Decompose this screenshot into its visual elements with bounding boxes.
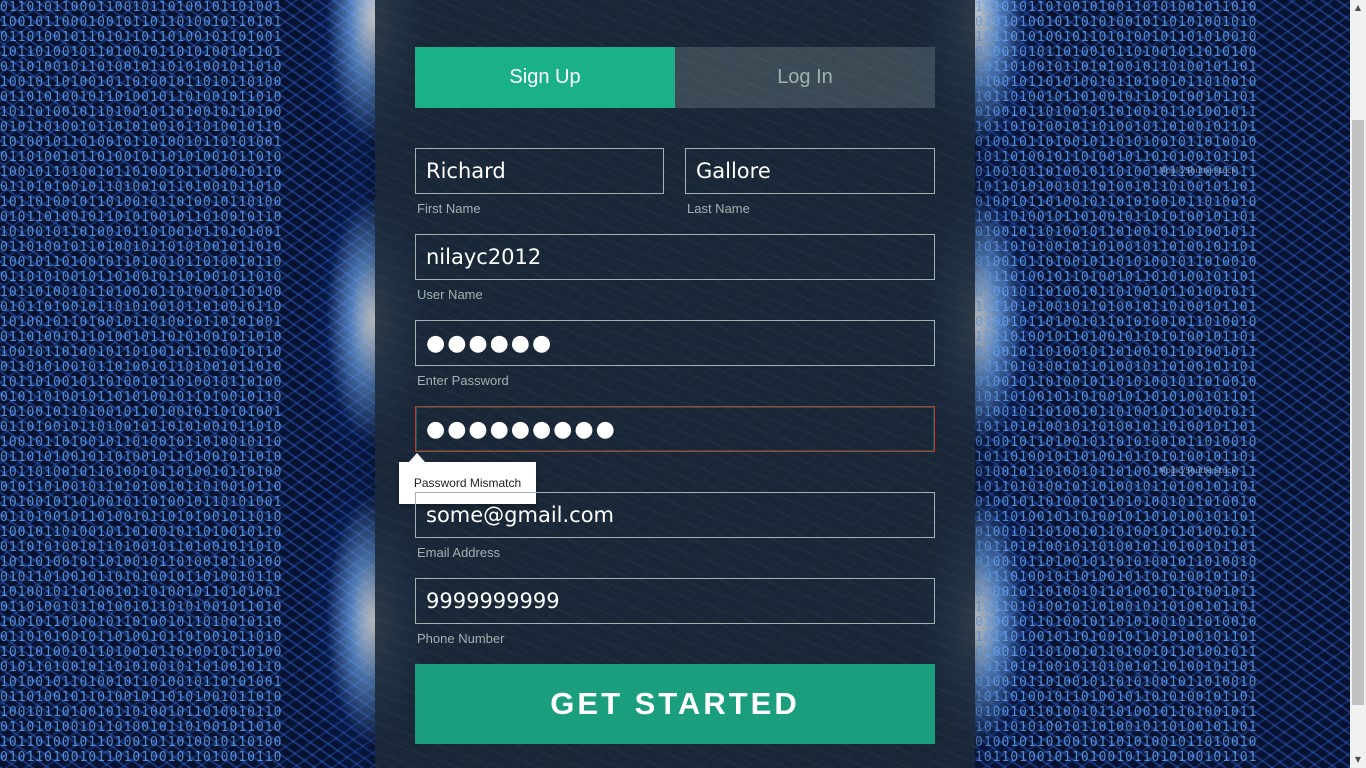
phone-label: Phone Number — [417, 631, 505, 646]
password-input[interactable]: ●●●●●● — [415, 320, 935, 366]
scrollbar-thumb[interactable] — [1352, 120, 1364, 705]
scroll-down-arrow-icon[interactable]: ▼ — [1350, 752, 1366, 768]
binary-pattern-right: 10101011010010100110101001011010 0101010… — [975, 0, 1258, 765]
tab-sign-up[interactable]: Sign Up — [415, 47, 675, 108]
last-name-label: Last Name — [687, 201, 750, 216]
user-name-label: User Name — [417, 287, 483, 302]
get-started-button[interactable]: GET STARTED — [415, 664, 935, 744]
auth-tabs: Sign Up Log In — [415, 47, 935, 108]
password-label: Enter Password — [417, 373, 509, 388]
binary-pattern-left: 01101011000110010110100101101001 1001011… — [0, 0, 283, 765]
email-label: Email Address — [417, 545, 501, 560]
scroll-up-arrow-icon[interactable]: ▲ — [1350, 0, 1366, 16]
tab-log-in[interactable]: Log In — [675, 47, 935, 108]
confirm-password-input[interactable]: ●●●●●●●●● — [415, 406, 935, 452]
last-name-input[interactable]: Gallore — [685, 148, 935, 194]
watermark-text: Mopic/Shutterstock — [1159, 166, 1237, 175]
email-input[interactable]: some@gmail.com — [415, 492, 935, 538]
page-scrollbar[interactable]: ▲ ▼ — [1350, 0, 1366, 768]
first-name-label: First Name — [417, 201, 481, 216]
signup-form-panel: Sign Up Log In Richard First Name Gallor… — [375, 0, 975, 768]
phone-input[interactable]: 9999999999 — [415, 578, 935, 624]
watermark-text: Mopic/Shutterstock — [1159, 466, 1237, 475]
first-name-input[interactable]: Richard — [415, 148, 664, 194]
user-name-input[interactable]: nilayc2012 — [415, 234, 935, 280]
